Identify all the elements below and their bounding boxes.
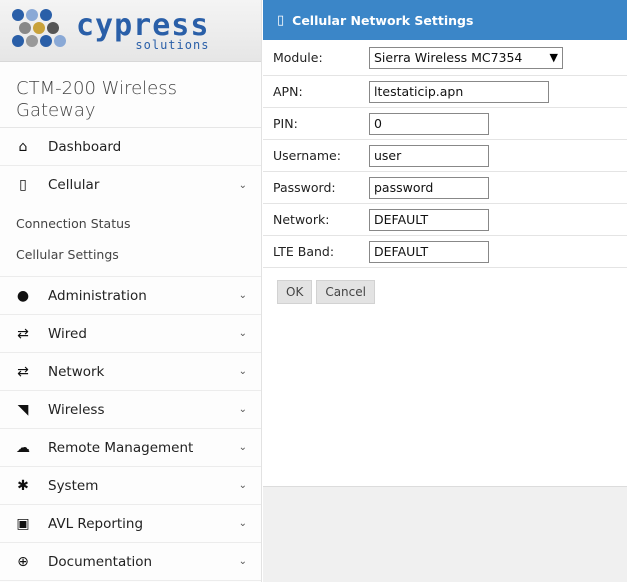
chevron-down-icon: ⌄ bbox=[238, 290, 247, 301]
network-field[interactable]: DEFAULT bbox=[369, 208, 489, 231]
swap-icon: ⇄ bbox=[17, 325, 29, 342]
username-label: Username: bbox=[273, 148, 341, 163]
gear-icon: ✱ bbox=[17, 477, 29, 494]
brand-sub: solutions bbox=[135, 37, 210, 52]
sidebar-item-wired[interactable]: ⇄ Wired ⌄ bbox=[0, 315, 261, 353]
username-row: Username: user bbox=[263, 140, 627, 172]
sidebar-item-label: Wired bbox=[48, 325, 87, 342]
network-label: Network: bbox=[273, 212, 330, 227]
bus-icon: ▣ bbox=[16, 515, 30, 532]
cancel-button[interactable]: Cancel bbox=[316, 280, 375, 304]
panel-title: Cellular Network Settings bbox=[292, 12, 474, 28]
sidebar-subitem-connection-status[interactable]: Connection Status bbox=[0, 208, 261, 239]
apn-label: APN: bbox=[273, 84, 303, 99]
sidebar-item-wireless[interactable]: ◥ Wireless ⌄ bbox=[0, 391, 261, 429]
brand-logo[interactable]: cypress solutions bbox=[0, 0, 261, 62]
lte-band-label: LTE Band: bbox=[273, 244, 335, 259]
password-label: Password: bbox=[273, 180, 336, 195]
sidebar-item-system[interactable]: ✱ System ⌄ bbox=[0, 467, 261, 505]
brand-word: cypress bbox=[76, 7, 210, 43]
sidebar-item-administration[interactable]: ● Administration ⌄ bbox=[0, 277, 261, 315]
ok-button[interactable]: OK bbox=[277, 280, 313, 304]
swap-icon: ⇄ bbox=[17, 363, 29, 380]
module-label: Module: bbox=[273, 50, 323, 65]
sidebar-subitem-cellular-settings[interactable]: Cellular Settings bbox=[0, 239, 261, 270]
chevron-down-icon: ⌄ bbox=[238, 518, 247, 529]
panel-header: ▯ Cellular Network Settings bbox=[263, 0, 627, 40]
sidebar-item-network[interactable]: ⇄ Network ⌄ bbox=[0, 353, 261, 391]
chevron-down-icon: ⌄ bbox=[238, 404, 247, 415]
username-field[interactable]: user bbox=[369, 144, 489, 167]
lte-band-field[interactable]: DEFAULT bbox=[369, 240, 489, 263]
lifebuoy-icon: ⊕ bbox=[17, 553, 29, 570]
apn-field[interactable]: ltestaticip.apn bbox=[369, 80, 549, 103]
sidebar-item-dashboard[interactable]: ⌂ Dashboard bbox=[0, 128, 261, 166]
pin-row: PIN: 0 bbox=[263, 108, 627, 140]
chevron-down-icon: ⌄ bbox=[238, 442, 247, 453]
sidebar-item-label: Remote Management bbox=[48, 439, 194, 456]
sidebar: cypress solutions CTM-200 Wireless Gatew… bbox=[0, 0, 262, 582]
chevron-down-icon: ▼ bbox=[549, 51, 558, 64]
rss-icon: ◥ bbox=[17, 401, 29, 418]
pin-field[interactable]: 0 bbox=[369, 112, 489, 135]
cloud-icon: ☁ bbox=[16, 439, 30, 456]
main-content: ▯ Cellular Network Settings Module: Sier… bbox=[263, 0, 627, 582]
user-icon: ● bbox=[16, 287, 30, 304]
sidebar-item-label: Documentation bbox=[48, 553, 153, 570]
password-row: Password: password bbox=[263, 172, 627, 204]
module-select[interactable]: Sierra Wireless MC7354 ▼ bbox=[369, 46, 563, 69]
chevron-down-icon: ⌄ bbox=[238, 556, 247, 567]
network-row: Network: DEFAULT bbox=[263, 204, 627, 236]
sidebar-item-documentation[interactable]: ⊕ Documentation ⌄ bbox=[0, 543, 261, 581]
sidebar-item-label: Wireless bbox=[48, 401, 105, 418]
chevron-down-icon: ⌄ bbox=[238, 179, 247, 191]
settings-panel: ▯ Cellular Network Settings Module: Sier… bbox=[263, 0, 627, 487]
mobile-icon: ▯ bbox=[277, 12, 285, 28]
password-field[interactable]: password bbox=[369, 176, 489, 199]
sidebar-item-avl-reporting[interactable]: ▣ AVL Reporting ⌄ bbox=[0, 505, 261, 543]
mobile-icon: ▯ bbox=[19, 177, 27, 193]
button-row: OK Cancel bbox=[263, 268, 627, 316]
sidebar-item-label: Cellular bbox=[48, 177, 100, 193]
chevron-down-icon: ⌄ bbox=[238, 366, 247, 377]
sidebar-item-label: Network bbox=[48, 363, 105, 380]
logo-mark-icon bbox=[12, 8, 68, 53]
sidebar-item-label: Dashboard bbox=[48, 138, 122, 155]
sidebar-item-label: System bbox=[48, 477, 99, 494]
module-value: Sierra Wireless MC7354 bbox=[374, 50, 523, 65]
apn-row: APN: ltestaticip.apn bbox=[263, 76, 627, 108]
sidebar-item-cellular[interactable]: ▯ Cellular ⌄ bbox=[0, 166, 261, 204]
module-row: Module: Sierra Wireless MC7354 ▼ bbox=[263, 40, 627, 76]
sidebar-item-label: Administration bbox=[48, 287, 147, 304]
gateway-title: CTM-200 Wireless Gateway bbox=[0, 62, 261, 128]
chevron-down-icon: ⌄ bbox=[238, 328, 247, 339]
lte-band-row: LTE Band: DEFAULT bbox=[263, 236, 627, 268]
home-icon: ⌂ bbox=[18, 138, 28, 155]
sidebar-item-remote-management[interactable]: ☁ Remote Management ⌄ bbox=[0, 429, 261, 467]
chevron-down-icon: ⌄ bbox=[238, 480, 247, 491]
cellular-submenu: Connection Status Cellular Settings bbox=[0, 204, 261, 277]
pin-label: PIN: bbox=[273, 116, 298, 131]
sidebar-item-label: AVL Reporting bbox=[48, 515, 144, 532]
